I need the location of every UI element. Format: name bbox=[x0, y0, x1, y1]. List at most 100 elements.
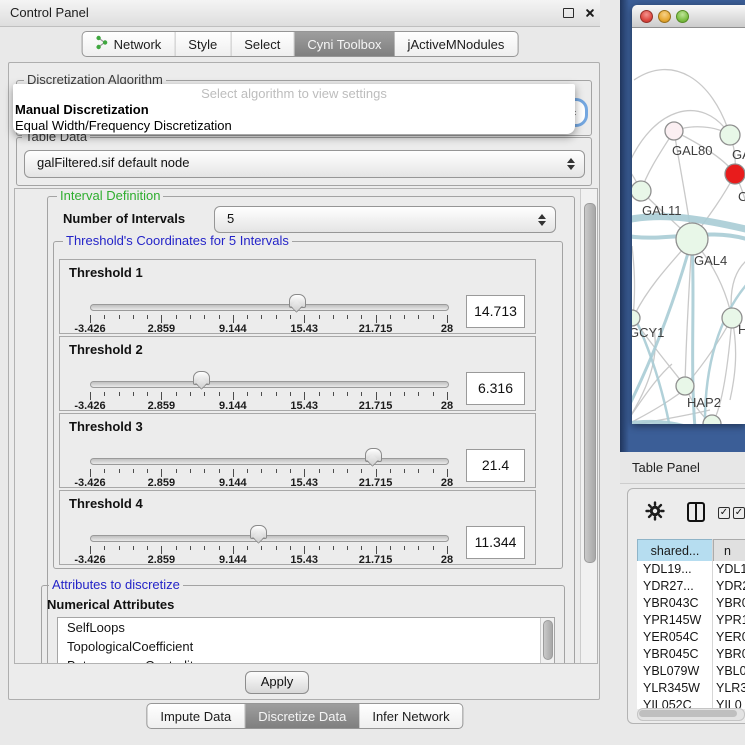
threshold-slider-track[interactable] bbox=[90, 381, 449, 388]
node-label: GCY1 bbox=[632, 325, 664, 340]
network-node-ga[interactable] bbox=[720, 125, 740, 145]
apply-button[interactable]: Apply bbox=[245, 671, 309, 694]
threshold-slider-track[interactable] bbox=[90, 535, 449, 542]
network-canvas[interactable]: GAL80GACGAL11GAL4GCY1HHAP2 bbox=[632, 28, 745, 424]
tick-mark bbox=[176, 315, 177, 319]
cyni-mode-tabs: Impute Data Discretize DataInfer Network bbox=[146, 703, 463, 729]
algorithm-option-manual-discretization[interactable]: Manual Discretization bbox=[13, 102, 575, 118]
table-data-combobox[interactable]: galFiltered.sif default node bbox=[24, 150, 585, 178]
table-horizontal-scrollbar[interactable] bbox=[637, 708, 745, 721]
attribute-item-betweennesscentrality[interactable]: BetweennessCentrality bbox=[58, 656, 554, 664]
algorithm-placeholder-item[interactable]: Select algorithm to view settings bbox=[13, 84, 575, 102]
tick-mark bbox=[204, 546, 205, 550]
tab-label: Style bbox=[188, 37, 217, 52]
tick-mark bbox=[247, 546, 248, 550]
tab-impute-data[interactable]: Impute Data bbox=[147, 704, 245, 728]
column-header-shared-name[interactable]: shared... bbox=[637, 539, 713, 563]
tick-mark bbox=[319, 392, 320, 396]
number-of-intervals-value: 5 bbox=[215, 207, 555, 231]
tick-mark bbox=[404, 315, 405, 319]
tab-label: Impute Data bbox=[160, 709, 231, 724]
network-node-gal11[interactable] bbox=[632, 181, 651, 201]
number-of-intervals-combobox[interactable]: 5 bbox=[214, 206, 556, 233]
gear-icon[interactable] bbox=[645, 501, 665, 526]
close-traffic-light[interactable] bbox=[640, 10, 653, 23]
minimize-traffic-light[interactable] bbox=[658, 10, 671, 23]
split-view-icon[interactable] bbox=[687, 502, 705, 522]
threshold-value-field[interactable]: 21.4 bbox=[466, 449, 525, 482]
threshold-value-field[interactable]: 6.316 bbox=[466, 372, 525, 405]
slider-handle[interactable] bbox=[193, 371, 210, 385]
slider-handle[interactable] bbox=[365, 448, 382, 462]
tick-mark bbox=[418, 469, 419, 473]
tick-mark bbox=[104, 392, 105, 396]
close-icon[interactable] bbox=[584, 7, 596, 19]
tab-network[interactable]: Network bbox=[83, 32, 176, 56]
tick-mark bbox=[190, 315, 191, 319]
table-row[interactable]: YDR27...YDR2 bbox=[637, 578, 745, 595]
tab-select[interactable]: Select bbox=[231, 32, 294, 56]
tick-mark bbox=[261, 469, 262, 473]
attribute-list-scrollbar[interactable] bbox=[540, 618, 554, 663]
tab-style[interactable]: Style bbox=[175, 32, 231, 56]
tick-mark bbox=[90, 546, 91, 554]
tick-mark bbox=[404, 469, 405, 473]
threshold-slider-track[interactable] bbox=[90, 458, 449, 465]
tick-mark bbox=[147, 315, 148, 319]
threshold-label: Threshold 1 bbox=[69, 265, 143, 280]
network-window-titlebar bbox=[632, 5, 745, 28]
tab-cyni-toolbox[interactable]: Cyni Toolbox bbox=[294, 32, 394, 56]
settings-scroll-viewport: Interval Definition Number of Intervals … bbox=[14, 188, 598, 664]
table-row[interactable]: YER054CYER0 bbox=[637, 629, 745, 646]
table-row[interactable]: YLR345WYLR3 bbox=[637, 680, 745, 697]
tick-mark bbox=[219, 315, 220, 319]
node-attribute-table[interactable]: shared... n YDL19...YDL1YDR27...YDR2YBR0… bbox=[637, 539, 745, 709]
tick-mark bbox=[290, 469, 291, 473]
attribute-item-selfloops[interactable]: SelfLoops bbox=[58, 618, 554, 637]
cell-shared-name: YBR045C bbox=[643, 646, 707, 663]
attribute-item-topologicalcoefficient[interactable]: TopologicalCoefficient bbox=[58, 637, 554, 656]
threshold-value-field[interactable]: 14.713 bbox=[466, 295, 525, 328]
network-node-gal80[interactable] bbox=[665, 122, 683, 140]
network-node-hap2[interactable] bbox=[676, 377, 694, 395]
axis-tick-label: 15.43 bbox=[276, 323, 332, 335]
cell-name: YER0 bbox=[716, 629, 745, 646]
tick-mark bbox=[433, 392, 434, 396]
table-row[interactable]: YPR145WYPR1 bbox=[637, 612, 745, 629]
cell-shared-name: YBL079W bbox=[643, 663, 707, 680]
column-header-name[interactable]: n bbox=[713, 539, 745, 563]
tab-jactivemnodules[interactable]: jActiveMNodules bbox=[395, 32, 518, 56]
tick-mark bbox=[119, 469, 120, 473]
network-node-c[interactable] bbox=[725, 164, 745, 184]
checkbox-icon[interactable]: ✓ bbox=[718, 507, 730, 519]
tab-infer-network[interactable]: Infer Network bbox=[359, 704, 462, 728]
zoom-traffic-light[interactable] bbox=[676, 10, 689, 23]
tick-mark bbox=[219, 392, 220, 396]
threshold-slider-track[interactable] bbox=[90, 304, 449, 311]
tick-mark bbox=[390, 315, 391, 319]
settings-vertical-scrollbar[interactable] bbox=[580, 189, 598, 663]
tick-mark bbox=[390, 469, 391, 473]
tick-mark bbox=[333, 469, 334, 473]
table-row[interactable]: YBL079WYBL0 bbox=[637, 663, 745, 680]
tab-discretize-data[interactable]: Discretize Data bbox=[245, 704, 359, 728]
table-row[interactable]: YBR045CYBR0 bbox=[637, 646, 745, 663]
float-window-icon[interactable] bbox=[563, 8, 574, 18]
tick-mark bbox=[204, 469, 205, 473]
tab-label: jActiveMNodules bbox=[408, 37, 505, 52]
tick-mark bbox=[233, 392, 234, 400]
slider-handle[interactable] bbox=[289, 294, 306, 308]
tick-mark bbox=[233, 469, 234, 477]
numerical-attributes-list[interactable]: SelfLoopsTopologicalCoefficientBetweenne… bbox=[57, 617, 555, 664]
axis-tick-label: 21.715 bbox=[348, 323, 404, 335]
tick-mark bbox=[90, 392, 91, 400]
slider-handle[interactable] bbox=[250, 525, 267, 539]
network-node-gal4[interactable] bbox=[676, 223, 708, 255]
tick-mark bbox=[333, 392, 334, 396]
tick-mark bbox=[176, 546, 177, 550]
checkbox-icon[interactable]: ✓ bbox=[733, 507, 745, 519]
algorithm-option-equal-width-frequency-discretization[interactable]: Equal Width/Frequency Discretization bbox=[13, 118, 575, 134]
threshold-value-field[interactable]: 11.344 bbox=[466, 526, 525, 559]
table-row[interactable]: YDL19...YDL1 bbox=[637, 561, 745, 578]
table-row[interactable]: YBR043CYBR0 bbox=[637, 595, 745, 612]
